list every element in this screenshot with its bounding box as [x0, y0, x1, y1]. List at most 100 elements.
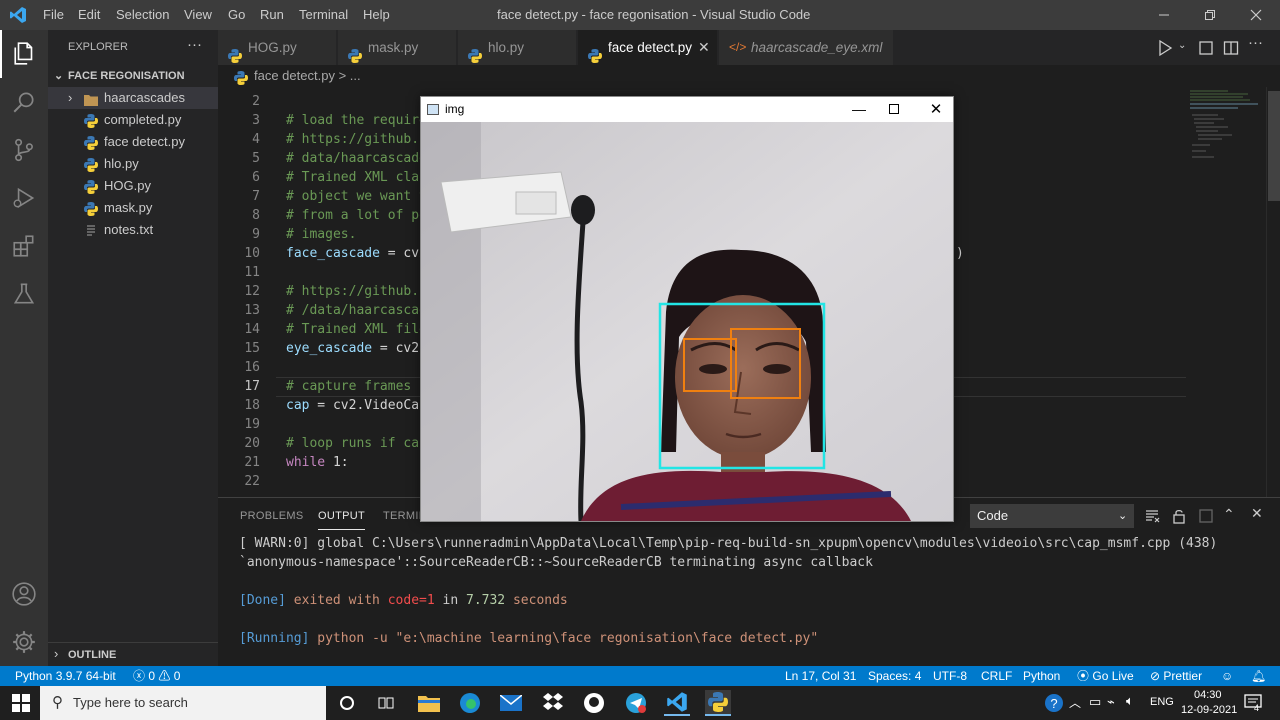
- problems-status[interactable]: ⓧ 0 ⚠ 0: [133, 666, 180, 686]
- maximize-icon[interactable]: [889, 104, 899, 114]
- edge-browser-icon[interactable]: [457, 690, 483, 716]
- clear-output-icon[interactable]: [1144, 508, 1160, 524]
- windows-start-icon[interactable]: [8, 690, 34, 716]
- network-icon[interactable]: ⌁: [1107, 694, 1115, 710]
- mail-icon[interactable]: [498, 690, 524, 716]
- clock-date[interactable]: 12-09-2021: [1181, 704, 1237, 716]
- end-of-line[interactable]: CRLF: [981, 666, 1012, 686]
- file-encoding[interactable]: UTF-8: [933, 666, 967, 686]
- output-line: `anonymous-namespace'::SourceReaderCB::~…: [239, 555, 873, 570]
- menu-terminal[interactable]: Terminal: [299, 0, 348, 30]
- open-changes-icon[interactable]: [1198, 40, 1214, 56]
- tab-hog[interactable]: HOG.py: [218, 30, 337, 65]
- close-window-button[interactable]: [1233, 0, 1279, 30]
- input-language[interactable]: ENG: [1150, 696, 1174, 708]
- source-control-icon[interactable]: [0, 126, 48, 174]
- action-center-icon[interactable]: [1244, 693, 1262, 711]
- output-channel-select[interactable]: Code ⌄: [970, 504, 1134, 528]
- webcam-frame: [421, 122, 953, 521]
- python-interpreter[interactable]: Python 3.9.7 64-bit: [15, 666, 116, 686]
- vscode-taskbar-icon[interactable]: [664, 690, 690, 716]
- tab-haarcascade-eye[interactable]: </> haarcascade_eye.xml: [719, 30, 894, 65]
- python-taskbar-icon[interactable]: [705, 690, 731, 716]
- more-actions-icon[interactable]: ···: [1248, 34, 1263, 51]
- menu-file[interactable]: File: [43, 0, 64, 30]
- breadcrumb-symbol[interactable]: > ...: [339, 68, 361, 83]
- account-icon[interactable]: [0, 570, 48, 618]
- close-panel-icon[interactable]: ✕: [1251, 505, 1263, 522]
- line-number: 13: [244, 303, 260, 318]
- maximize-panel-icon[interactable]: ⌃: [1223, 506, 1235, 523]
- python-file-icon: [588, 41, 602, 64]
- tree-item-haarcascades[interactable]: › haarcascades: [48, 87, 218, 109]
- testing-flask-icon[interactable]: [0, 270, 48, 318]
- settings-gear-icon[interactable]: [0, 618, 48, 666]
- editor-tab-bar: HOG.py mask.py hlo.py face detect.py ✕ <…: [218, 30, 1280, 65]
- menu-edit[interactable]: Edit: [78, 0, 100, 30]
- cortana-icon[interactable]: [334, 690, 360, 716]
- tab-problems[interactable]: PROBLEMS: [240, 498, 304, 534]
- breadcrumb-file[interactable]: face detect.py: [254, 68, 335, 83]
- menu-help[interactable]: Help: [363, 0, 390, 30]
- restore-button[interactable]: [1187, 0, 1233, 30]
- extensions-icon[interactable]: [0, 222, 48, 270]
- tab-face-detect[interactable]: face detect.py ✕: [578, 30, 718, 65]
- menu-view[interactable]: View: [184, 0, 212, 30]
- telegram-icon[interactable]: [623, 690, 649, 716]
- run-debug-icon[interactable]: [0, 174, 48, 222]
- code-line: # /data/haarcascad: [286, 301, 427, 320]
- task-view-icon[interactable]: [373, 690, 399, 716]
- split-editor-icon[interactable]: [1223, 40, 1239, 56]
- warning-count: 0: [173, 669, 181, 683]
- taskbar-search-box[interactable]: ⚲ Type here to search: [40, 686, 326, 720]
- file-explorer-icon[interactable]: [416, 690, 442, 716]
- volume-icon[interactable]: 🔈︎: [1126, 693, 1134, 709]
- minimap[interactable]: [1188, 87, 1266, 167]
- help-icon[interactable]: ?: [1041, 690, 1067, 716]
- tree-item-notes[interactable]: notes.txt: [48, 219, 218, 241]
- tray-chevron-icon[interactable]: ︿: [1069, 694, 1081, 711]
- notifications-bell-icon[interactable]: 🔔︎: [1251, 666, 1266, 686]
- tree-item-completed[interactable]: completed.py: [48, 109, 218, 131]
- chevron-down-icon[interactable]: ⌄: [1178, 40, 1186, 51]
- minimize-icon[interactable]: —: [849, 97, 869, 122]
- close-icon[interactable]: ✕: [926, 97, 946, 122]
- tab-mask[interactable]: mask.py: [338, 30, 457, 65]
- clock-time[interactable]: 04:30: [1194, 689, 1222, 701]
- opencv-img-window[interactable]: img — ✕: [420, 96, 954, 522]
- explorer-icon[interactable]: [0, 30, 48, 78]
- scrollbar-thumb[interactable]: [1268, 91, 1280, 201]
- folder-icon: [84, 91, 98, 106]
- line-number: 10: [244, 246, 260, 261]
- menu-run[interactable]: Run: [260, 0, 284, 30]
- tab-hlo[interactable]: hlo.py: [458, 30, 577, 65]
- tree-item-mask[interactable]: mask.py: [48, 197, 218, 219]
- img-window-titlebar[interactable]: img — ✕: [421, 97, 953, 122]
- github-icon[interactable]: [581, 690, 607, 716]
- open-log-icon[interactable]: [1198, 508, 1214, 524]
- prettier-button[interactable]: ⊘ Prettier: [1150, 666, 1202, 686]
- minimize-button[interactable]: [1141, 0, 1187, 30]
- tab-output[interactable]: OUTPUT: [318, 502, 366, 530]
- language-mode[interactable]: Python: [1023, 666, 1060, 686]
- tree-item-label: hlo.py: [104, 156, 139, 171]
- tree-item-hlo[interactable]: hlo.py: [48, 153, 218, 175]
- search-icon[interactable]: [0, 78, 48, 126]
- explorer-more-button[interactable]: ···: [187, 36, 202, 53]
- menu-selection[interactable]: Selection: [116, 0, 169, 30]
- dropbox-icon[interactable]: [540, 690, 566, 716]
- lock-scroll-icon[interactable]: [1171, 508, 1187, 524]
- run-python-file-icon[interactable]: [1156, 39, 1174, 57]
- menu-go[interactable]: Go: [228, 0, 245, 30]
- workspace-folder[interactable]: ⌄ FACE REGONISATION: [48, 65, 218, 87]
- indentation[interactable]: Spaces: 4: [868, 666, 921, 686]
- tree-item-face-detect[interactable]: face detect.py: [48, 131, 218, 153]
- tree-item-hog[interactable]: HOG.py: [48, 175, 218, 197]
- outline-section[interactable]: › OUTLINE: [48, 642, 218, 666]
- cursor-position[interactable]: Ln 17, Col 31: [785, 666, 856, 686]
- battery-icon[interactable]: ▭: [1089, 694, 1101, 710]
- feedback-icon[interactable]: ☺: [1221, 666, 1233, 686]
- editor-scrollbar[interactable]: [1266, 87, 1280, 497]
- go-live-button[interactable]: ⦿ Go Live: [1077, 666, 1134, 686]
- close-tab-icon[interactable]: ✕: [698, 30, 710, 65]
